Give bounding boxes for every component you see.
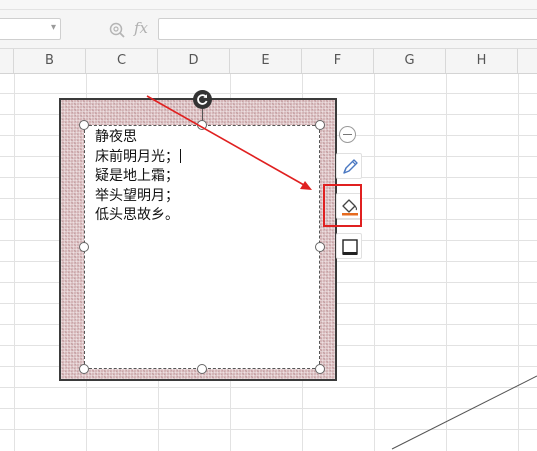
poem-line: 疑是地上霜； — [95, 168, 179, 184]
fx-icon[interactable]: fx — [134, 19, 148, 37]
resize-handle-right[interactable] — [315, 242, 325, 252]
border-icon — [342, 239, 358, 255]
pen-icon — [343, 159, 358, 174]
column-header-partial — [0, 49, 14, 73]
zoom-icon[interactable] — [108, 21, 126, 39]
pen-style-button[interactable] — [336, 153, 362, 179]
poem-line: 低头思故乡。 — [95, 207, 179, 223]
annotation-highlight-box — [323, 184, 362, 227]
border-button[interactable] — [336, 233, 362, 259]
resize-handle-top[interactable] — [197, 120, 207, 130]
name-box[interactable]: ▾ — [0, 18, 61, 40]
grid-line — [446, 74, 447, 451]
grid-line — [14, 74, 15, 451]
column-d[interactable]: D — [158, 49, 230, 73]
column-e[interactable]: E — [230, 49, 302, 73]
resize-handle-top-left[interactable] — [79, 120, 89, 130]
grid-line — [0, 429, 537, 430]
poem-title: 静夜思 — [95, 129, 137, 145]
resize-handle-bottom-left[interactable] — [79, 364, 89, 374]
poem-text[interactable]: 静夜思 床前明月光； 疑是地上霜； 举头望明月； 低头思故乡。 — [95, 128, 181, 226]
resize-handle-bottom-right[interactable] — [315, 364, 325, 374]
formula-bar: ▾ fx — [0, 10, 537, 49]
column-b[interactable]: B — [14, 49, 86, 73]
formula-input[interactable] — [158, 18, 537, 40]
column-f[interactable]: F — [302, 49, 374, 73]
collapse-icon[interactable] — [339, 126, 356, 143]
grid-line — [0, 93, 537, 94]
grid-line — [0, 387, 537, 388]
column-i-partial — [518, 49, 537, 73]
resize-handle-left[interactable] — [79, 242, 89, 252]
grid-line — [518, 74, 519, 451]
column-c[interactable]: C — [86, 49, 158, 73]
column-g[interactable]: G — [374, 49, 446, 73]
column-h[interactable]: H — [446, 49, 518, 73]
resize-handle-bottom[interactable] — [197, 364, 207, 374]
grid-line — [0, 408, 537, 409]
poem-line: 举头望明月； — [95, 187, 179, 204]
title-strip — [0, 0, 537, 10]
text-caret — [180, 148, 181, 163]
resize-handle-top-right[interactable] — [315, 120, 325, 130]
column-header: B C D E F G H — [0, 49, 537, 74]
rotate-icon[interactable] — [193, 90, 212, 109]
poem-line: 床前明月光； — [95, 148, 181, 165]
grid-line — [374, 74, 375, 451]
chevron-down-icon[interactable]: ▾ — [51, 22, 56, 33]
